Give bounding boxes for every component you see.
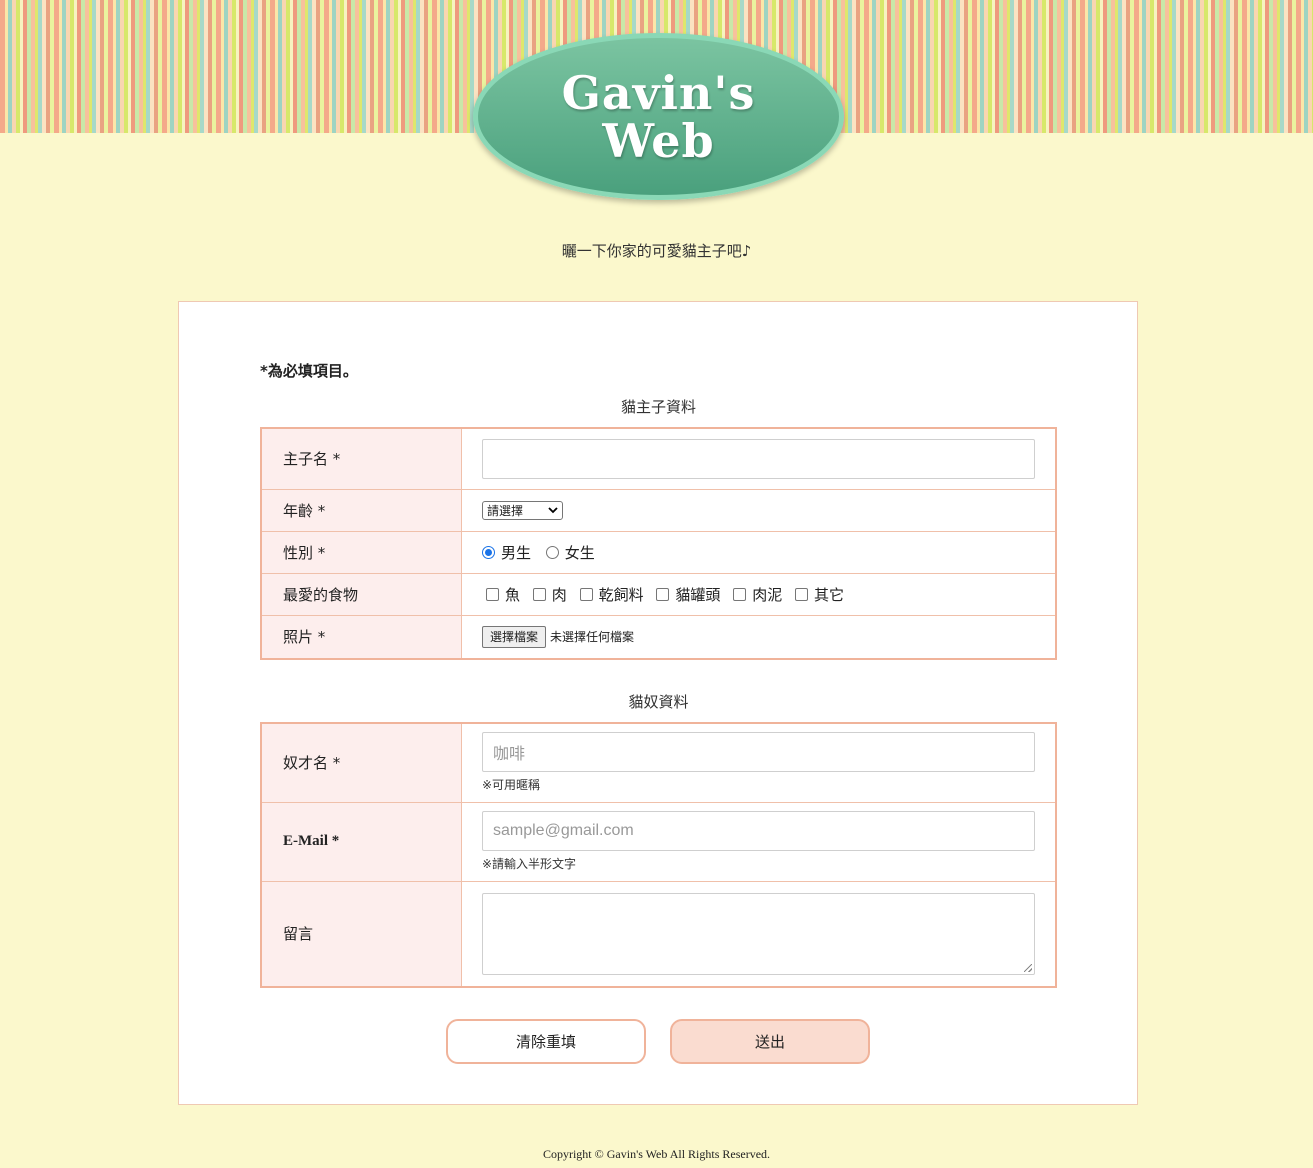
food-puree-checkbox[interactable] xyxy=(733,587,747,601)
page-tagline: 曬一下你家的可愛貓主子吧♪ xyxy=(561,242,752,260)
food-puree-label: 肉泥 xyxy=(752,585,783,604)
food-canned-checkbox[interactable] xyxy=(656,587,670,601)
food-canned-label: 貓罐頭 xyxy=(675,585,721,604)
logo-line-2: Web xyxy=(602,113,715,168)
choose-file-button[interactable]: 選擇檔案 xyxy=(482,625,547,648)
food-other-checkbox[interactable] xyxy=(794,587,808,601)
gender-label: 性別 * xyxy=(261,531,462,574)
cat-info-table: 主子名 * 年齡 * 請選擇 性別 * 男生 女生 最愛的食物 魚 肉 乾飼料 … xyxy=(260,427,1057,660)
owner-name-label: 奴才名 * xyxy=(261,723,462,803)
owner-name-hint: ※可用暱稱 xyxy=(482,778,541,793)
owner-info-table: 奴才名 * 咖啡 ※可用暱稱 E-Mail * sample@gmail.com… xyxy=(260,722,1057,988)
age-select-value: 請選擇 xyxy=(487,503,524,518)
age-select[interactable]: 請選擇 xyxy=(482,500,563,520)
footer-copyright: Copyright © Gavin's Web All Rights Reser… xyxy=(542,1147,771,1161)
food-meat-checkbox[interactable] xyxy=(532,587,546,601)
owner-name-input[interactable]: 咖啡 xyxy=(482,732,1035,773)
food-other-label: 其它 xyxy=(813,585,844,604)
email-input[interactable]: sample@gmail.com xyxy=(482,811,1035,851)
food-dry-food-label: 乾飼料 xyxy=(598,585,644,604)
form-card: *為必填項目。 貓主子資料 主子名 * 年齡 * 請選擇 性別 * 男生 女生 … xyxy=(178,301,1138,1105)
gender-female-label: 女生 xyxy=(564,543,595,562)
table-row: 奴才名 * 咖啡 ※可用暱稱 xyxy=(261,723,1056,803)
gender-female-radio[interactable] xyxy=(545,545,559,559)
email-label: E-Mail * xyxy=(261,802,462,882)
table-row: E-Mail * sample@gmail.com ※請輸入半形文字 xyxy=(261,802,1056,882)
reset-button[interactable]: 清除重填 xyxy=(446,1019,646,1064)
table-row: 最愛的食物 魚 肉 乾飼料 貓罐頭 肉泥 其它 xyxy=(261,573,1056,616)
chevron-down-icon xyxy=(548,503,558,517)
submit-button[interactable]: 送出 xyxy=(670,1019,870,1064)
food-label: 最愛的食物 xyxy=(261,573,462,616)
photo-label: 照片 * xyxy=(261,615,462,659)
food-dry-food-checkbox[interactable] xyxy=(579,587,593,601)
message-label: 留言 xyxy=(261,881,462,987)
cat-section-caption: 貓主子資料 xyxy=(620,398,696,416)
logo-line-1: Gavin's xyxy=(561,65,756,120)
resize-grip-icon[interactable] xyxy=(1024,963,1032,972)
table-row: 主子名 * xyxy=(261,428,1056,490)
food-meat-label: 肉 xyxy=(551,585,567,604)
file-status: 未選擇任何檔案 xyxy=(550,630,635,645)
message-textarea[interactable] xyxy=(482,892,1035,975)
gender-male-radio[interactable] xyxy=(482,545,495,559)
email-hint: ※請輸入半形文字 xyxy=(482,857,577,871)
food-fish-label: 魚 xyxy=(505,585,521,604)
table-row: 留言 xyxy=(261,881,1056,987)
age-label: 年齡 * xyxy=(261,489,462,532)
table-row: 照片 * 選擇檔案 未選擇任何檔案 xyxy=(261,615,1056,659)
table-row: 年齡 * 請選擇 xyxy=(261,489,1056,532)
cat-name-label: 主子名 * xyxy=(261,428,462,490)
required-note: *為必填項目。 xyxy=(260,362,358,380)
site-logo[interactable]: Gavin's Web xyxy=(473,33,844,200)
gender-male-label: 男生 xyxy=(501,543,532,562)
table-row: 性別 * 男生 女生 xyxy=(261,531,1056,574)
cat-name-input[interactable] xyxy=(482,438,1035,479)
owner-section-caption: 貓奴資料 xyxy=(628,693,689,711)
food-fish-checkbox[interactable] xyxy=(486,587,499,601)
